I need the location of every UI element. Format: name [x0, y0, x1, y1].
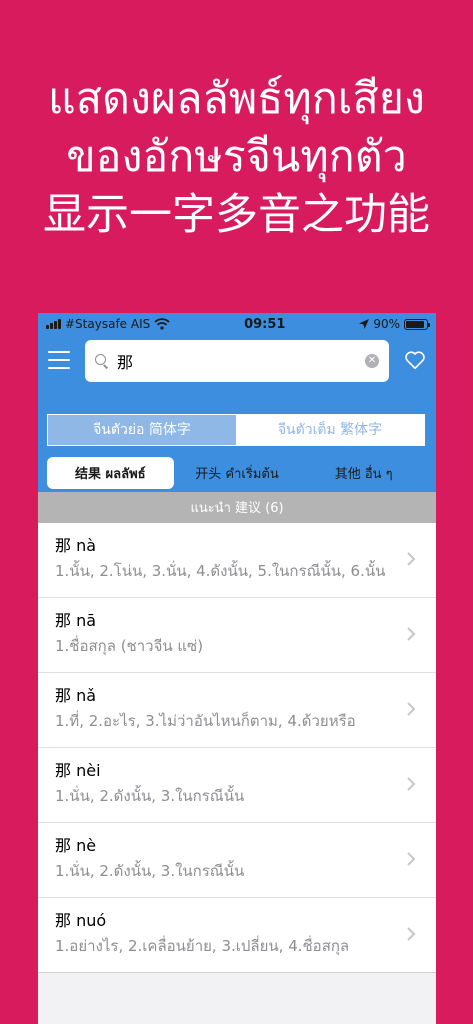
script-toggle: จีนตัวย่อ 简体字 จีนตัวเต็ม 繁体字 — [47, 414, 425, 446]
chevron-right-icon — [407, 852, 416, 866]
chevron-right-icon — [407, 777, 416, 791]
mode-tab-bar: 结果 ผลลัพธ์ 开头 คำเริ่มต้น 其他 อื่น ๆ — [38, 450, 436, 492]
search-icon — [95, 354, 109, 368]
list-item[interactable]: 那 nuó 1.อย่างไร, 2.เคลื่อนย้าย, 3.เปลี่ย… — [38, 898, 436, 973]
phone-screen: #Staysafe AIS 09:51 90% 那 ✕ จีนตัวย่อ 简体… — [38, 313, 436, 1024]
carrier-name: #Staysafe AIS — [65, 317, 151, 331]
search-field[interactable]: 那 ✕ — [85, 340, 389, 382]
cellular-signal-icon — [46, 319, 61, 329]
nav-bar: 那 ✕ จีนตัวย่อ 简体字 จีนตัวเต็ม 繁体字 — [38, 335, 436, 450]
list-item[interactable]: 那 nà 1.นั้น, 2.โน่น, 3.นั่น, 4.ดังนั้น, … — [38, 523, 436, 598]
suggestions-header: แนะนำ 建议 (6) — [38, 492, 436, 523]
entry-title: 那 nuó — [55, 911, 107, 930]
entry-meaning: 1.ที่, 2.อะไร, 3.ไม่ว่าอันไหนก็ตาม, 4.ด้… — [55, 712, 356, 730]
simplified-chinese-tab[interactable]: จีนตัวย่อ 简体字 — [48, 415, 236, 445]
promo-line-1: แสดงผลลัพธ์ทุกเสียง — [48, 74, 425, 124]
list-item[interactable]: 那 nā 1.ชื่อสกุล (ชาวจีน แซ่) — [38, 598, 436, 673]
entry-title: 那 nè — [55, 836, 97, 855]
location-arrow-icon — [359, 319, 370, 329]
battery-percent: 90% — [373, 317, 400, 331]
chevron-right-icon — [407, 627, 416, 641]
menu-icon[interactable] — [48, 351, 70, 369]
tab-starts-with[interactable]: 开头 คำเริ่มต้น — [174, 457, 301, 489]
chevron-right-icon — [407, 702, 416, 716]
wifi-icon — [154, 318, 170, 330]
entry-meaning: 1.นั่น, 2.ดังนั้น, 3.ในกรณีนั้น — [55, 862, 245, 880]
entry-title: 那 nǎ — [55, 686, 97, 705]
entry-title: 那 nà — [55, 536, 97, 555]
battery-icon — [403, 318, 430, 330]
tab-other[interactable]: 其他 อื่น ๆ — [300, 457, 427, 489]
clear-search-icon[interactable]: ✕ — [365, 354, 379, 368]
list-item[interactable]: 那 nè 1.นั่น, 2.ดังนั้น, 3.ในกรณีนั้น — [38, 823, 436, 898]
chevron-right-icon — [407, 927, 416, 941]
search-input[interactable]: 那 — [117, 349, 365, 373]
traditional-chinese-tab[interactable]: จีนตัวเต็ม 繁体字 — [236, 415, 424, 445]
battery-level-fill — [405, 320, 424, 328]
list-item[interactable]: 那 nèi 1.นั่น, 2.ดังนั้น, 3.ในกรณีนั้น — [38, 748, 436, 823]
status-bar: #Staysafe AIS 09:51 90% — [38, 313, 436, 335]
status-time: 09:51 — [244, 316, 286, 332]
promo-line-2: ของอักษรจีนทุกตัว — [66, 132, 407, 182]
entry-meaning: 1.นั้น, 2.โน่น, 3.นั่น, 4.ดังนั้น, 5.ในก… — [55, 562, 386, 580]
entry-meaning: 1.นั่น, 2.ดังนั้น, 3.ในกรณีนั้น — [55, 787, 245, 805]
promo-line-3: 显示一字多音之功能 — [43, 190, 430, 240]
chevron-right-icon — [407, 552, 416, 566]
list-item[interactable]: 那 nǎ 1.ที่, 2.อะไร, 3.ไม่ว่าอันไหนก็ตาม,… — [38, 673, 436, 748]
results-list: 那 nà 1.นั้น, 2.โน่น, 3.นั่น, 4.ดังนั้น, … — [38, 523, 436, 973]
entry-meaning: 1.อย่างไร, 2.เคลื่อนย้าย, 3.เปลี่ยน, 4.ช… — [55, 937, 350, 955]
entry-title: 那 nā — [55, 611, 97, 630]
entry-title: 那 nèi — [55, 761, 101, 780]
heart-icon[interactable] — [404, 349, 426, 371]
entry-meaning: 1.ชื่อสกุล (ชาวจีน แซ่) — [55, 637, 204, 655]
promo-headline: แสดงผลลัพธ์ทุกเสียง ของอักษรจีนทุกตัว 显示… — [0, 70, 473, 244]
tab-results[interactable]: 结果 ผลลัพธ์ — [47, 457, 174, 489]
